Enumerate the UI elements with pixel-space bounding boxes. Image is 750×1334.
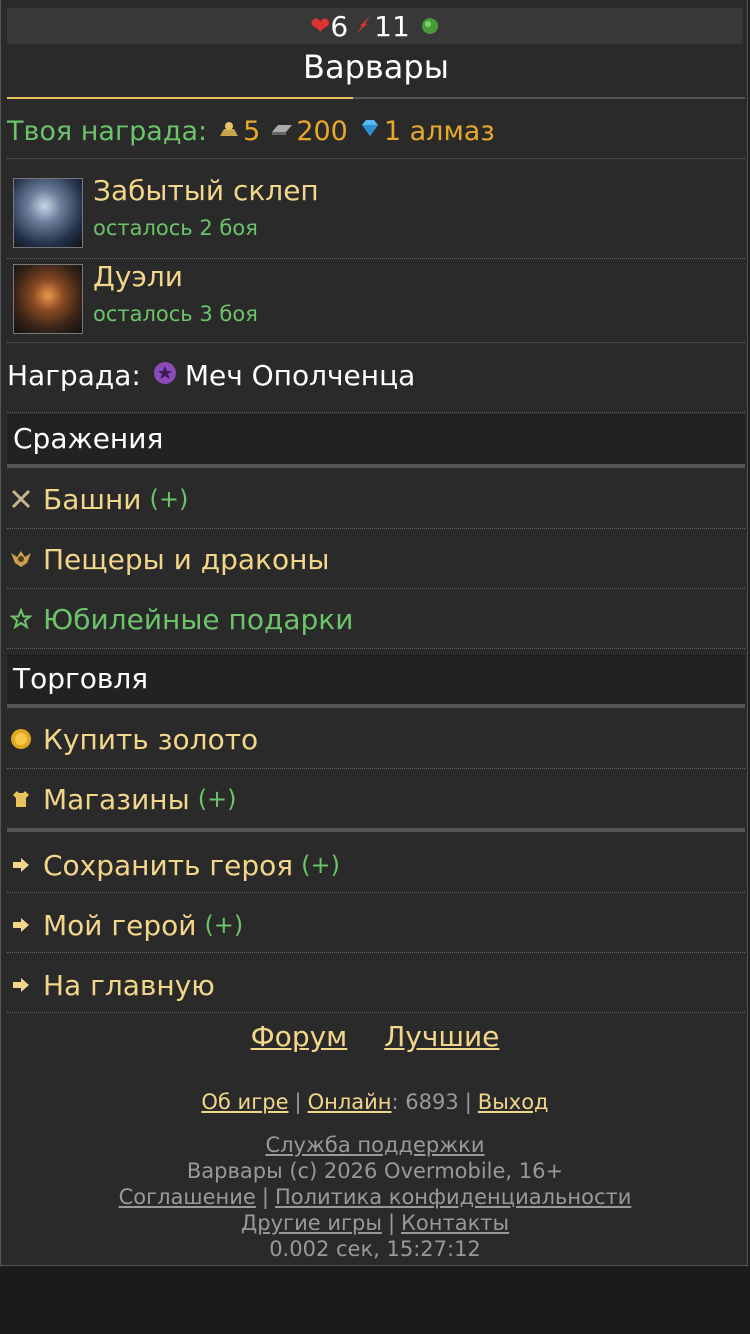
heart-icon: ❤	[310, 12, 331, 40]
shirt-icon	[9, 787, 33, 811]
menu-item-shops[interactable]: Магазины (+)	[7, 770, 745, 828]
quest-name: Дуэли	[93, 260, 183, 293]
menu-item-label: Пещеры и драконы	[43, 542, 330, 576]
other-row: Другие игры | Контакты	[1, 1211, 749, 1235]
reward-iron: 200	[296, 115, 348, 147]
contacts-link[interactable]: Контакты	[401, 1211, 509, 1235]
new-indicator: (+)	[204, 911, 244, 939]
divider	[7, 648, 745, 649]
arrow-right-icon	[9, 913, 33, 937]
divider	[7, 952, 745, 953]
reward-summary: Твоя награда: 5 200 1 алмаз	[7, 108, 495, 154]
divider	[7, 1012, 745, 1013]
title-divider	[7, 97, 745, 99]
divider	[7, 258, 745, 259]
copyright-text: Варвары (c) 2026 Overmobile, 16+	[186, 1159, 564, 1183]
quest-remaining: осталось 2 боя	[93, 216, 258, 240]
arrow-right-icon	[9, 853, 33, 877]
separator: |	[294, 1090, 302, 1114]
menu-item-anniversary-gifts[interactable]: Юбилейные подарки	[7, 590, 745, 648]
other-games-link[interactable]: Другие игры	[241, 1211, 382, 1235]
star-icon	[9, 607, 33, 631]
online-count: : 6893	[391, 1090, 459, 1114]
gold-icon	[217, 116, 241, 147]
menu-item-label: Юбилейные подарки	[43, 602, 354, 636]
page-title: Варвары	[303, 48, 449, 86]
section-divider	[7, 464, 745, 468]
new-indicator: (+)	[301, 851, 340, 879]
crypt-thumbnail	[13, 178, 83, 248]
menu-item-save-hero[interactable]: Сохранить героя (+)	[7, 836, 745, 894]
support-row: Служба поддержки	[1, 1133, 749, 1157]
separator: |	[261, 1185, 269, 1209]
iron-icon	[270, 116, 294, 147]
dragon-icon	[9, 547, 33, 571]
gold-coin-icon	[9, 727, 33, 751]
menu-item-label: На главную	[43, 968, 215, 1002]
support-link[interactable]: Служба поддержки	[265, 1133, 484, 1157]
agreement-link[interactable]: Соглашение	[119, 1185, 256, 1209]
separator: |	[464, 1090, 472, 1114]
exit-link[interactable]: Выход	[478, 1090, 549, 1114]
menu-item-caves-dragons[interactable]: Пещеры и драконы	[7, 530, 745, 588]
page: ❤ 6 11 Варвары Твоя награда: 5 200 1 алм…	[0, 0, 748, 1266]
new-indicator: (+)	[197, 785, 237, 813]
section-divider	[7, 704, 745, 708]
privacy-link[interactable]: Политика конфиденциальности	[275, 1185, 631, 1209]
arrow-right-icon	[9, 973, 33, 997]
menu-item-my-hero[interactable]: Мой герой (+)	[7, 896, 745, 954]
status-bar: ❤ 6 11	[7, 8, 743, 44]
separator: |	[387, 1211, 396, 1235]
menu-item-towers[interactable]: Башни (+)	[7, 470, 745, 528]
menu-item-label: Сохранить героя	[43, 848, 294, 882]
best-link[interactable]: Лучшие	[384, 1020, 499, 1053]
purple-item-icon	[153, 359, 177, 392]
footer-info-row: Об игре | Онлайн: 6893 | Выход	[1, 1090, 749, 1114]
diamond-icon	[358, 116, 382, 147]
divider	[7, 342, 745, 343]
quest-duels[interactable]: Дуэли осталось 3 боя	[7, 260, 745, 340]
legal-row: Соглашение | Политика конфиденциальности	[1, 1185, 749, 1209]
prize-item[interactable]: Меч Ополченца	[185, 359, 416, 392]
footer-main-links: Форум Лучшие	[1, 1020, 749, 1053]
menu-item-label: Мой герой	[43, 908, 197, 942]
divider	[7, 768, 745, 769]
divider	[7, 892, 745, 893]
quest-forgotten-crypt[interactable]: Забытый склеп осталось 2 боя	[7, 174, 745, 254]
divider	[7, 158, 745, 159]
prize-label: Награда:	[7, 358, 141, 392]
online-link[interactable]: Онлайн	[308, 1090, 392, 1114]
menu-item-home[interactable]: На главную	[7, 956, 745, 1014]
duels-thumbnail	[13, 264, 83, 334]
online-indicator-icon	[420, 10, 440, 43]
menu-item-label: Башни	[43, 482, 142, 516]
divider	[7, 412, 745, 413]
divider	[7, 528, 745, 529]
menu-item-buy-gold[interactable]: Купить золото	[7, 710, 745, 768]
hearts-count: 6	[330, 9, 349, 43]
crossed-swords-icon	[9, 487, 33, 511]
about-link[interactable]: Об игре	[201, 1090, 288, 1114]
reward-label: Твоя награда:	[7, 115, 208, 147]
quest-name: Забытый склеп	[93, 174, 319, 207]
section-battles: Сражения	[7, 414, 745, 464]
prize-row: Награда: Меч Ополченца	[7, 352, 415, 398]
new-indicator: (+)	[149, 485, 189, 513]
section-trade: Торговля	[7, 654, 745, 704]
energy-icon	[352, 10, 374, 43]
menu-item-label: Купить золото	[43, 722, 259, 756]
divider	[7, 588, 745, 589]
menu-item-label: Магазины	[43, 782, 190, 816]
timing-text: 0.002 сек, 15:27:12	[269, 1237, 481, 1261]
energy-count: 11	[374, 9, 410, 43]
section-divider	[7, 828, 745, 832]
reward-gems: 1 алмаз	[383, 115, 495, 147]
forum-link[interactable]: Форум	[251, 1020, 348, 1053]
quest-remaining: осталось 3 боя	[93, 302, 258, 326]
reward-gold: 5	[243, 115, 261, 147]
